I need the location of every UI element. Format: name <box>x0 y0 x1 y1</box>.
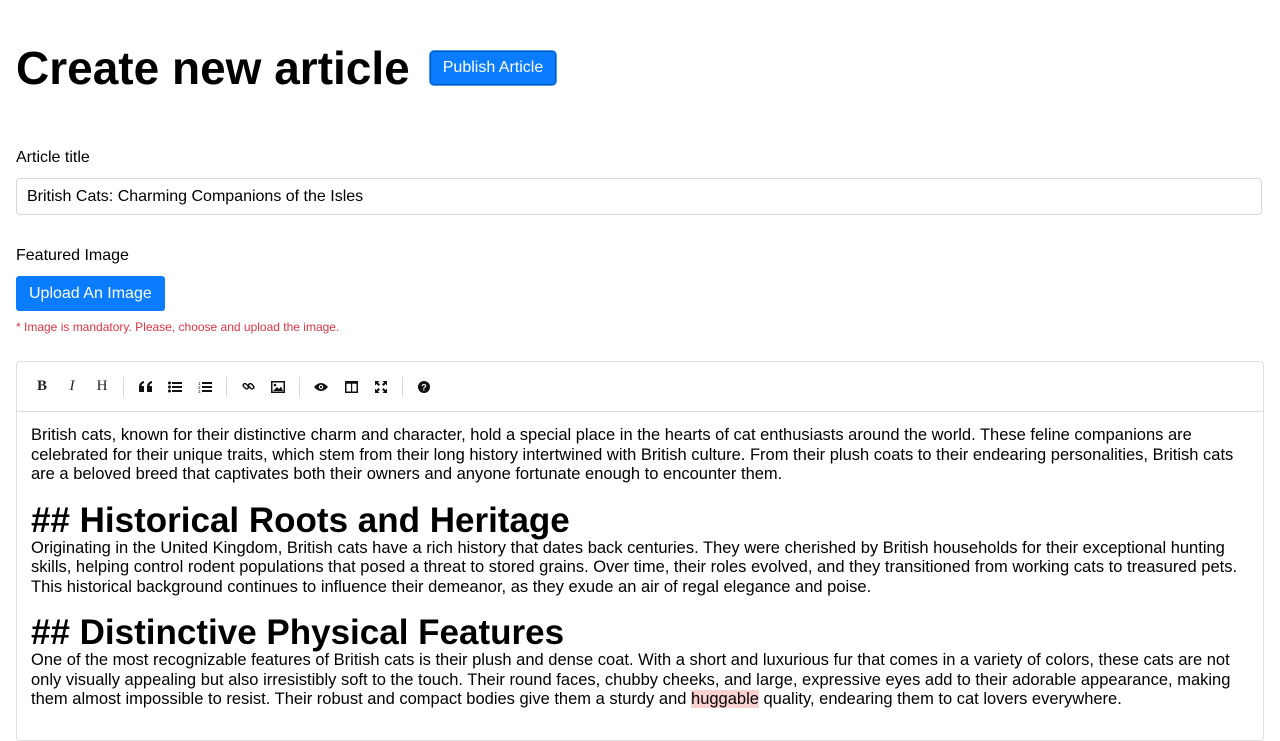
paragraph-text: quality, endearing them to cat lovers ev… <box>758 690 1122 708</box>
publish-article-button[interactable]: Publish Article <box>429 51 557 85</box>
toolbar-divider <box>226 376 227 397</box>
misspelled-word[interactable]: huggable <box>691 690 759 708</box>
paragraph: Originating in the United Kingdom, Briti… <box>31 538 1238 596</box>
article-title-label: Article title <box>16 149 90 166</box>
fullscreen-icon[interactable] <box>366 372 396 402</box>
paragraph: British cats, known for their distinctiv… <box>31 426 1234 483</box>
article-title-input[interactable] <box>16 178 1262 215</box>
page-header: Create new article Publish Article <box>16 36 557 100</box>
editor-content[interactable]: British cats, known for their distinctiv… <box>17 412 1263 710</box>
paragraph: One of the most recognizable features of… <box>31 651 1249 710</box>
link-icon[interactable] <box>233 372 263 402</box>
toolbar-divider <box>299 376 300 397</box>
editor-toolbar: B I H 123 ? <box>17 362 1263 412</box>
side-by-side-icon[interactable] <box>336 372 366 402</box>
markdown-heading: ## Historical Roots and Heritage <box>31 500 570 540</box>
heading-icon[interactable]: H <box>87 372 117 402</box>
bold-icon[interactable]: B <box>27 372 57 402</box>
unordered-list-icon[interactable] <box>160 372 190 402</box>
help-icon[interactable]: ? <box>409 372 439 402</box>
quote-icon[interactable] <box>130 372 160 402</box>
image-icon[interactable] <box>263 372 293 402</box>
upload-image-button[interactable]: Upload An Image <box>16 276 165 311</box>
svg-text:?: ? <box>421 382 427 392</box>
page-title: Create new article <box>16 42 410 94</box>
toolbar-divider <box>123 376 124 397</box>
toolbar-divider <box>402 376 403 397</box>
featured-image-label: Featured Image <box>16 247 129 264</box>
italic-icon[interactable]: I <box>57 372 87 402</box>
preview-icon[interactable] <box>306 372 336 402</box>
markdown-heading: ## Distinctive Physical Features <box>31 613 565 652</box>
ordered-list-icon[interactable]: 123 <box>190 372 220 402</box>
markdown-editor: B I H 123 ? British cats, known for thei… <box>16 361 1264 741</box>
svg-text:3: 3 <box>198 389 201 393</box>
image-error-message: * Image is mandatory. Please, choose and… <box>16 320 340 334</box>
